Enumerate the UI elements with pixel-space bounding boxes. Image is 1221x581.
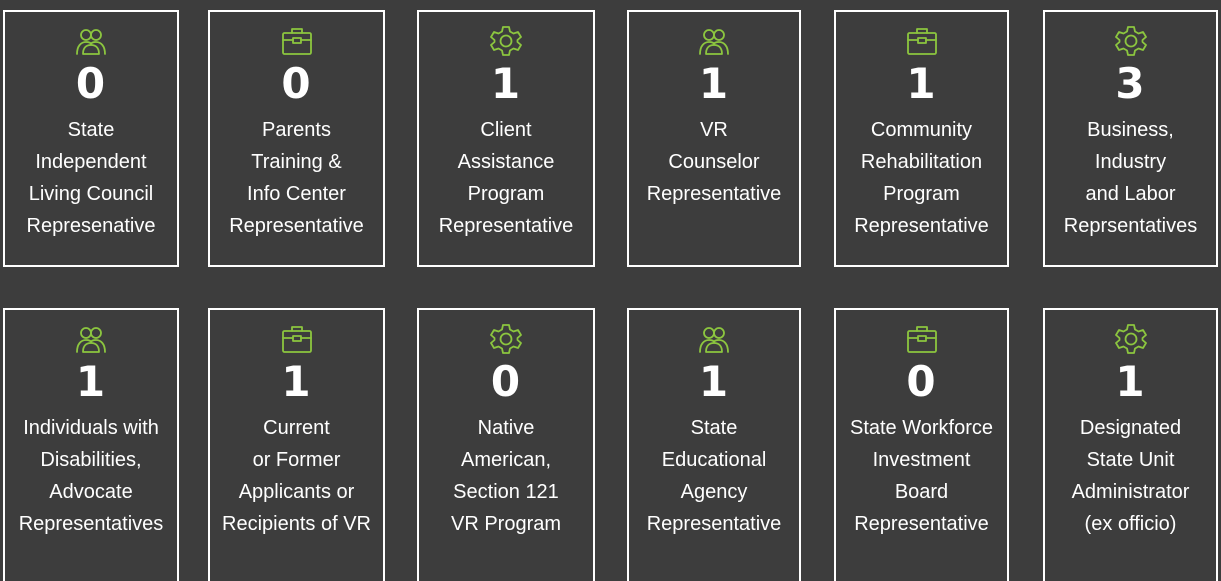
card-count: 0: [281, 59, 312, 108]
card-count: 1: [281, 357, 312, 406]
card-label: Native American, Section 121 VR Program: [450, 417, 562, 535]
gear-icon: [489, 322, 523, 356]
card-count: 3: [1115, 59, 1146, 108]
card-label: State Educational Agency Representative: [646, 417, 782, 535]
card-label: Community Rehabilitation Program Represe…: [854, 119, 989, 237]
card-state-workforce-investment-board: 0 State Workforce Investment Board Repre…: [834, 308, 1009, 581]
users-icon: [697, 24, 731, 58]
card-label: State Workforce Investment Board Represe…: [849, 417, 994, 535]
card-label: Parents Training & Info Center Represent…: [229, 119, 364, 237]
users-icon: [74, 322, 108, 356]
briefcase-icon: [280, 24, 314, 58]
card-designated-state-unit-administrator: 1 Designated State Unit Administrator (e…: [1043, 308, 1218, 581]
card-count: 1: [698, 59, 730, 108]
users-icon: [74, 24, 108, 58]
card-count: 0: [490, 357, 522, 406]
card-label: Designated State Unit Administrator (ex …: [1071, 417, 1190, 535]
card-count: 1: [490, 59, 522, 108]
card-label: Business, Industry and Labor Reprsentati…: [1063, 119, 1198, 237]
card-label: Current or Former Applicants or Recipien…: [222, 417, 371, 535]
users-icon: [697, 322, 731, 356]
card-current-former-applicants: 1 Current or Former Applicants or Recipi…: [208, 308, 385, 581]
card-community-rehabilitation-program: 1 Community Rehabilitation Program Repre…: [834, 10, 1009, 267]
card-label: Individuals with Disabilities, Advocate …: [18, 417, 164, 535]
gear-icon: [1114, 322, 1148, 356]
card-label: VR Counselor Representative: [646, 119, 782, 205]
briefcase-icon: [280, 322, 314, 356]
card-state-educational-agency: 1 State Educational Agency Representativ…: [627, 308, 801, 581]
card-count: 1: [698, 357, 730, 406]
card-label: Client Assistance Program Representative: [438, 119, 574, 237]
card-client-assistance-program: 1 Client Assistance Program Representati…: [417, 10, 595, 267]
card-vr-counselor: 1 VR Counselor Representative: [627, 10, 801, 267]
card-individuals-with-disabilities: 1 Individuals with Disabilities, Advocat…: [3, 308, 179, 581]
card-state-independent-living-council: 0 State Independent Living Council Repre…: [3, 10, 179, 267]
briefcase-icon: [905, 24, 939, 58]
gear-icon: [1114, 24, 1148, 58]
card-count: 1: [1115, 357, 1146, 406]
card-parents-training-info-center: 0 Parents Training & Info Center Represe…: [208, 10, 385, 267]
card-count: 0: [75, 59, 107, 108]
card-native-american: 0 Native American, Section 121 VR Progra…: [417, 308, 595, 581]
gear-icon: [489, 24, 523, 58]
card-count: 1: [906, 59, 937, 108]
card-business-industry-labor: 3 Business, Industry and Labor Reprsenta…: [1043, 10, 1218, 267]
card-count: 0: [906, 357, 937, 406]
briefcase-icon: [905, 322, 939, 356]
card-label: State Independent Living Council Represe…: [26, 119, 156, 237]
card-count: 1: [75, 357, 107, 406]
